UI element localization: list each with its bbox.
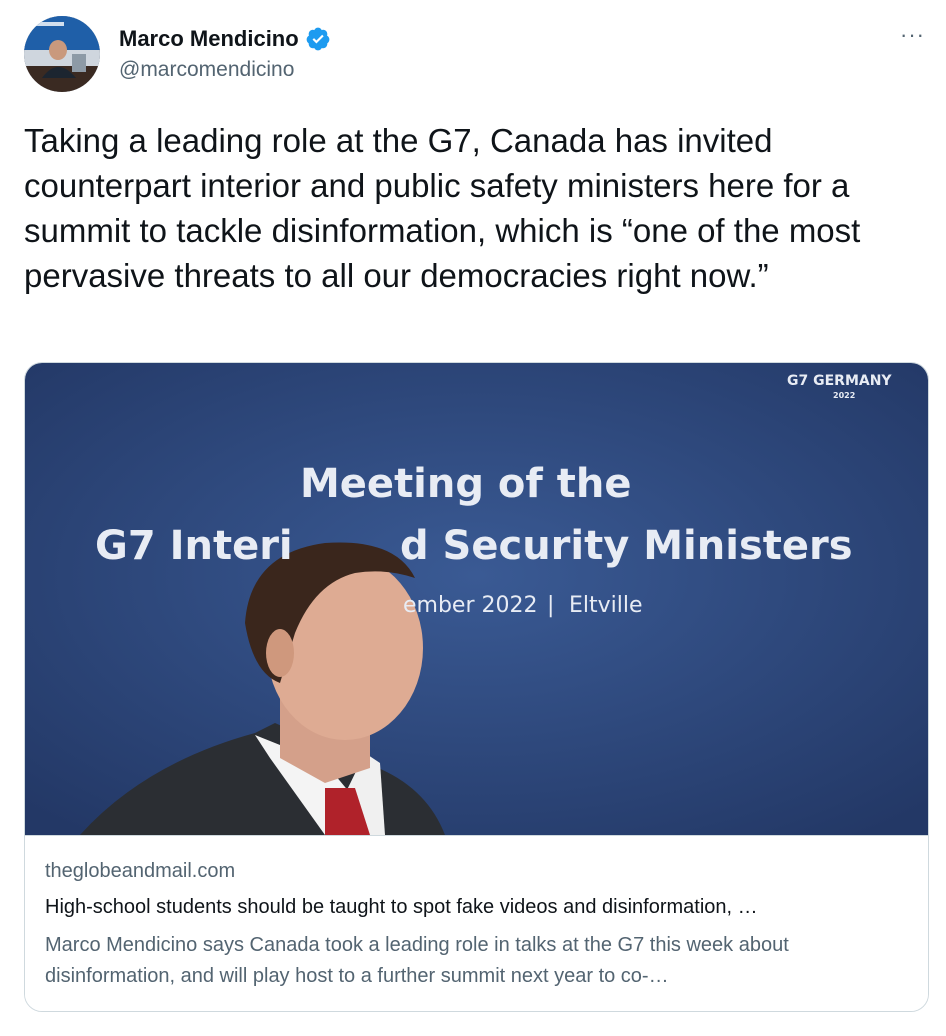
avatar-photo (24, 16, 100, 92)
image-date-separator: | (547, 593, 555, 618)
card-title[interactable]: High-school students should be taught to… (45, 896, 915, 919)
card-meta[interactable]: theglobeandmail.com High-school students… (25, 835, 928, 1011)
author-handle[interactable]: @marcomendicino (119, 58, 294, 82)
image-brand-year: 2022 (833, 391, 856, 400)
tweet-header: Marco Mendicino @marcomendicino ··· (24, 16, 924, 96)
tweet-text: Taking a leading role at the G7, Canada … (24, 122, 870, 294)
card-image[interactable]: G7 GERMANY 2022 Meeting of the G7 Interi… (25, 363, 928, 835)
image-date-text: ember 2022 (403, 593, 538, 618)
card-description: Marco Mendicino says Canada took a leadi… (45, 934, 789, 987)
link-preview-card[interactable]: G7 GERMANY 2022 Meeting of the G7 Interi… (24, 362, 929, 1012)
verified-badge-icon (305, 26, 331, 52)
more-options-icon[interactable]: ··· (900, 24, 925, 46)
image-brand: G7 GERMANY (787, 373, 892, 389)
image-heading-line1: Meeting of the (300, 461, 632, 507)
image-location-text: Eltville (569, 593, 643, 618)
card-domain: theglobeandmail.com (45, 860, 236, 882)
image-heading-line2-left: G7 Interi (95, 523, 293, 569)
image-heading-line2-right: d Security Ministers (400, 523, 853, 569)
author-avatar[interactable] (24, 16, 100, 92)
author-display-name[interactable]: Marco Mendicino (119, 26, 299, 52)
